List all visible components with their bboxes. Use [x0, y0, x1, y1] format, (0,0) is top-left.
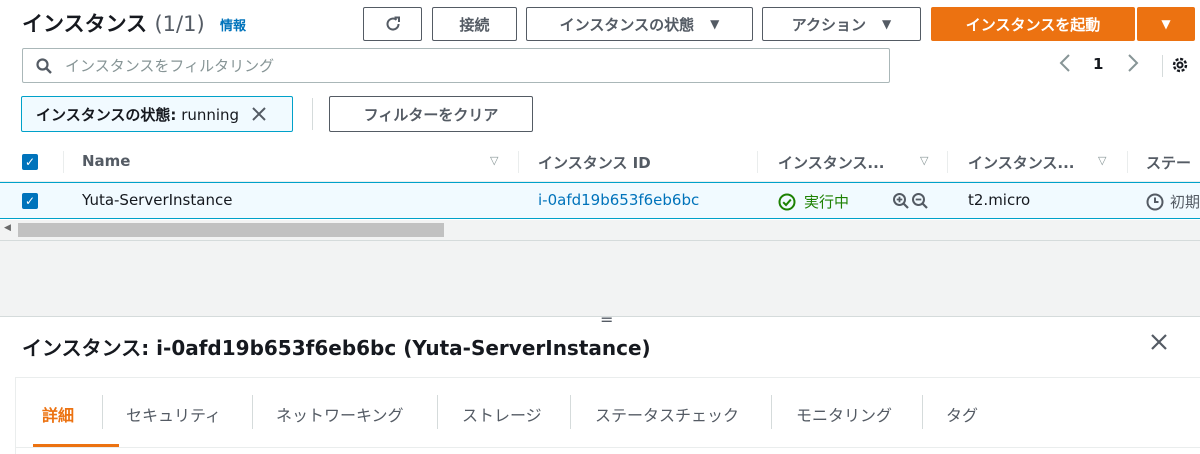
actions-dropdown[interactable]: アクション ▼ — [762, 7, 921, 41]
instance-state-dropdown[interactable]: インスタンスの状態 ▼ — [526, 7, 753, 41]
tab-divider — [771, 395, 772, 429]
sort-icon[interactable]: ▽ — [1098, 154, 1106, 167]
drag-handle-icon[interactable]: = — [600, 310, 613, 329]
tab-networking[interactable]: ネットワーキング — [276, 402, 404, 426]
instance-state-label: インスタンスの状態 — [559, 15, 695, 34]
zoom-in-icon[interactable] — [892, 192, 910, 210]
filter-token-text: インスタンスの状態: running — [36, 104, 239, 125]
tab-divider — [252, 395, 253, 429]
clock-icon — [1146, 193, 1164, 210]
column-header-instance-type[interactable]: インスタンス... — [968, 152, 1075, 173]
tab-storage[interactable]: ストレージ — [462, 402, 542, 426]
caret-down-icon: ▼ — [710, 17, 720, 31]
table-header: ✓ Name ▽ インスタンス ID インスタンス... ▽ インスタンス...… — [0, 143, 1200, 182]
next-page-icon[interactable] — [1126, 52, 1140, 79]
instance-id-link[interactable]: i-0afd19b653f6eb6bc — [538, 191, 699, 209]
filter-token-value: running — [181, 105, 240, 124]
previous-page-icon[interactable] — [1058, 52, 1072, 79]
pager-divider — [1162, 55, 1163, 77]
connect-label: 接続 — [459, 15, 490, 34]
column-header-name[interactable]: Name — [82, 152, 130, 170]
table-row[interactable]: ✓ Yuta-ServerInstance i-0afd19b653f6eb6b… — [0, 182, 1200, 219]
column-header-instance-state[interactable]: インスタンス... — [778, 152, 885, 173]
horizontal-scrollbar[interactable]: ◀ — [0, 220, 1200, 241]
close-icon[interactable] — [1147, 330, 1171, 358]
sort-icon[interactable]: ▽ — [920, 154, 928, 167]
search-input[interactable]: インスタンスをフィルタリング — [22, 48, 890, 83]
launch-instances-label: インスタンスを起動 — [965, 15, 1101, 34]
tab-monitoring[interactable]: モニタリング — [796, 402, 892, 426]
column-divider — [1127, 151, 1128, 173]
cell-state: 実行中 — [778, 191, 849, 212]
cell-status-check: 初期 — [1146, 191, 1200, 212]
launch-options-button[interactable]: ▼ — [1137, 7, 1195, 41]
detail-tabs: 詳細 セキュリティ ネットワーキング ストレージ ステータスチェック モニタリン… — [15, 377, 1200, 454]
remove-filter-icon[interactable] — [251, 106, 267, 122]
detail-title: インスタンス: i-0afd19b653f6eb6bc (Yuta-Server… — [22, 336, 651, 360]
instance-count: (1/1) — [154, 12, 205, 36]
column-divider — [947, 151, 948, 173]
column-divider — [757, 151, 758, 173]
search-icon — [36, 57, 52, 74]
refresh-icon — [386, 16, 400, 31]
zoom-controls — [892, 192, 929, 210]
empty-area — [0, 241, 1200, 317]
status-check-label: 初期 — [1170, 193, 1200, 211]
settings-icon[interactable] — [1170, 55, 1190, 79]
tab-security[interactable]: セキュリティ — [126, 402, 221, 426]
column-header-status-check[interactable]: ステー — [1146, 152, 1191, 173]
cell-instance-type: t2.micro — [968, 191, 1031, 209]
search-placeholder: インスタンスをフィルタリング — [65, 57, 275, 75]
actions-label: アクション — [791, 15, 867, 34]
page-title: インスタンス (1/1) — [22, 8, 205, 38]
tab-divider — [102, 395, 103, 429]
info-link[interactable]: 情報 — [220, 15, 246, 34]
current-page[interactable]: 1 — [1093, 55, 1103, 73]
select-all-checkbox[interactable]: ✓ — [22, 154, 38, 170]
scroll-left-icon[interactable]: ◀ — [4, 223, 11, 233]
refresh-button[interactable] — [363, 7, 422, 41]
column-divider — [518, 151, 519, 173]
tab-divider — [922, 395, 923, 429]
connect-button[interactable]: 接続 — [432, 7, 517, 41]
column-divider — [63, 151, 64, 173]
check-circle-icon — [778, 193, 796, 210]
column-header-instance-id[interactable]: インスタンス ID — [538, 152, 651, 173]
cell-name: Yuta-ServerInstance — [82, 191, 233, 209]
tab-divider — [570, 395, 571, 429]
tab-details[interactable]: 詳細 — [42, 402, 74, 426]
zoom-out-icon[interactable] — [911, 192, 929, 210]
scrollbar-thumb[interactable] — [18, 223, 444, 237]
filter-divider — [312, 98, 313, 130]
caret-down-icon: ▼ — [882, 17, 892, 31]
clear-filters-button[interactable]: フィルターをクリア — [329, 96, 533, 132]
filter-token-key: インスタンスの状態: — [36, 105, 177, 124]
sort-icon[interactable]: ▽ — [490, 154, 498, 167]
filter-token: インスタンスの状態: running — [21, 96, 293, 132]
state-label: 実行中 — [804, 193, 850, 211]
tab-divider — [437, 395, 438, 429]
launch-instances-button[interactable]: インスタンスを起動 — [931, 7, 1135, 41]
tab-status-checks[interactable]: ステータスチェック — [595, 402, 739, 426]
tabs-bottom-border — [15, 447, 1200, 448]
tab-tags[interactable]: タグ — [946, 402, 978, 426]
caret-down-icon: ▼ — [1161, 17, 1171, 31]
row-checkbox[interactable]: ✓ — [22, 193, 38, 209]
page-title-text: インスタンス — [22, 12, 148, 36]
